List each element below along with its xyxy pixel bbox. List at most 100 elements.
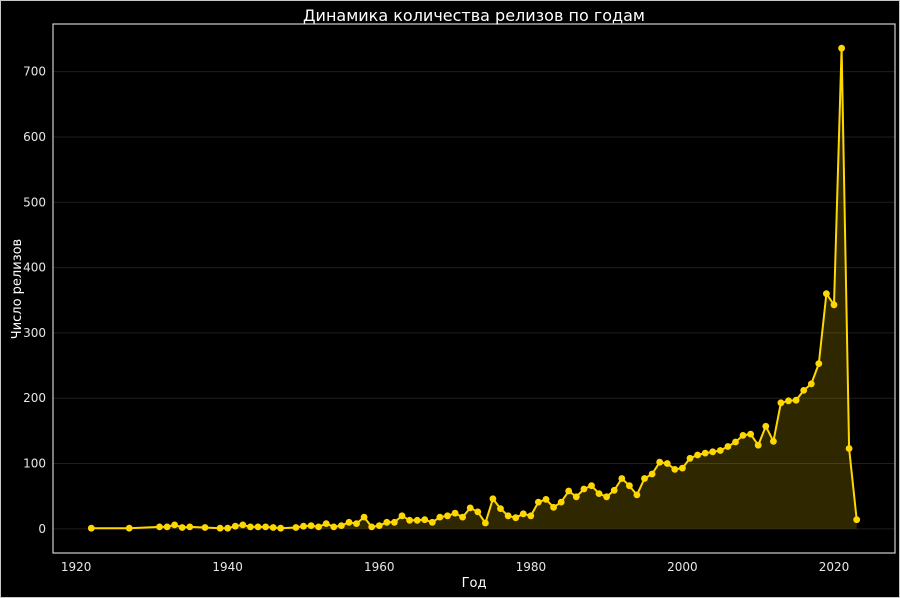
data-point <box>247 523 254 531</box>
data-point <box>269 524 277 531</box>
data-point <box>512 514 520 522</box>
x-tick-label: 2020 <box>819 560 850 574</box>
data-point <box>830 301 838 309</box>
data-point <box>838 44 845 52</box>
data-point <box>277 524 285 532</box>
data-point <box>231 522 239 530</box>
data-point <box>588 482 595 490</box>
y-axis-label: Число релизов <box>10 239 25 339</box>
data-point <box>345 518 353 526</box>
data-point <box>413 516 421 524</box>
data-point <box>679 464 686 472</box>
data-point <box>807 380 815 388</box>
data-point <box>224 524 232 532</box>
data-point <box>732 438 739 446</box>
chart-title: Динамика количества релизов по годам <box>303 6 645 25</box>
data-point <box>519 510 527 518</box>
y-tick-label: 0 <box>38 522 46 536</box>
data-point <box>292 524 300 531</box>
data-point <box>186 523 194 531</box>
data-point <box>550 503 557 511</box>
series-layer <box>87 44 861 532</box>
data-point <box>201 524 209 531</box>
data-point <box>497 505 504 512</box>
data-point <box>572 493 580 501</box>
data-point <box>163 523 171 531</box>
data-point <box>542 496 550 503</box>
data-point <box>489 495 497 503</box>
data-point <box>125 524 133 532</box>
x-axis-label: Год <box>462 576 487 591</box>
data-point <box>459 513 466 521</box>
data-point <box>474 508 482 516</box>
data-point <box>671 466 679 473</box>
data-point <box>338 522 345 529</box>
data-point <box>754 441 762 449</box>
data-point <box>262 523 269 531</box>
data-point <box>216 524 224 532</box>
data-point <box>823 290 830 298</box>
data-point <box>451 509 459 517</box>
data-point <box>777 399 785 407</box>
data-point <box>641 475 648 482</box>
data-point <box>239 521 247 529</box>
data-point <box>663 460 671 467</box>
y-tick-label: 700 <box>23 65 46 79</box>
data-point <box>406 516 413 524</box>
data-point <box>845 445 853 452</box>
data-point <box>747 430 754 438</box>
data-point <box>322 520 330 527</box>
data-point <box>87 524 95 532</box>
data-point <box>618 475 626 482</box>
data-point <box>656 458 664 466</box>
y-tick-label: 100 <box>23 457 46 471</box>
x-tick-label: 1980 <box>516 560 547 574</box>
data-point <box>375 522 383 529</box>
data-point <box>815 360 823 367</box>
data-point <box>610 486 618 494</box>
data-area <box>91 48 857 529</box>
data-point <box>853 516 861 524</box>
figure: 0 100 200 300 400 500 600 700 1920 1940 1960 1980 20… <box>0 0 900 598</box>
data-point <box>800 387 808 394</box>
data-point <box>254 523 262 531</box>
data-point <box>626 482 633 490</box>
data-point <box>391 518 398 526</box>
data-point <box>557 498 565 506</box>
data-point <box>436 513 444 521</box>
data-point <box>770 437 777 445</box>
data-point <box>383 518 391 526</box>
data-point <box>504 512 512 520</box>
y-tick-label: 600 <box>23 130 46 144</box>
data-point <box>724 443 732 450</box>
x-tick-label: 1960 <box>364 560 395 574</box>
data-point <box>156 523 163 531</box>
data-point <box>648 470 656 478</box>
data-point <box>307 522 315 529</box>
data-point <box>565 487 573 495</box>
data-point <box>792 396 800 404</box>
data-point <box>360 513 368 521</box>
data-point <box>421 516 429 524</box>
data-point <box>686 454 694 462</box>
y-tick-label: 500 <box>23 195 46 209</box>
x-tick-label: 2000 <box>667 560 698 574</box>
data-point <box>603 493 610 501</box>
data-point <box>785 397 792 405</box>
data-point <box>527 512 535 520</box>
data-point <box>762 422 770 430</box>
data-point <box>716 447 724 454</box>
data-point <box>330 523 338 531</box>
chart-canvas: 0 100 200 300 400 500 600 700 1920 1940 1960 1980 20… <box>10 6 896 591</box>
data-point <box>300 522 307 530</box>
data-point <box>701 449 709 457</box>
data-point <box>535 498 542 506</box>
data-point <box>709 448 717 456</box>
data-point <box>368 523 376 531</box>
y-tick-label: 300 <box>23 326 46 340</box>
data-point <box>739 432 747 439</box>
data-point <box>482 519 489 527</box>
data-point <box>178 524 186 531</box>
data-point <box>398 512 406 520</box>
data-point <box>694 451 701 459</box>
